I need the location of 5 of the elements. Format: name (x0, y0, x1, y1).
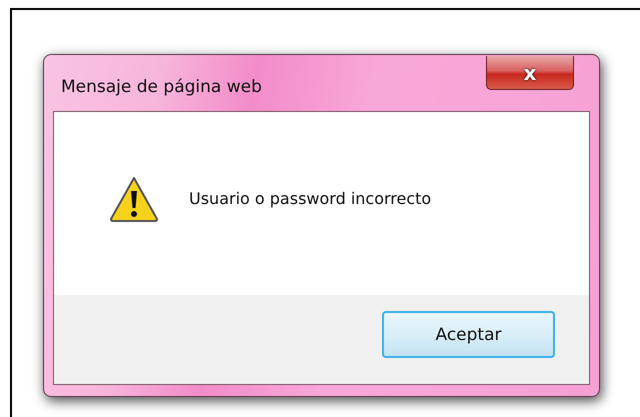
accept-button[interactable]: Aceptar (382, 311, 555, 358)
error-message: Usuario o password incorrecto (189, 189, 432, 208)
close-button[interactable]: x (486, 56, 574, 90)
window-title: Mensaje de página web (61, 77, 262, 97)
warning-icon (109, 174, 159, 222)
